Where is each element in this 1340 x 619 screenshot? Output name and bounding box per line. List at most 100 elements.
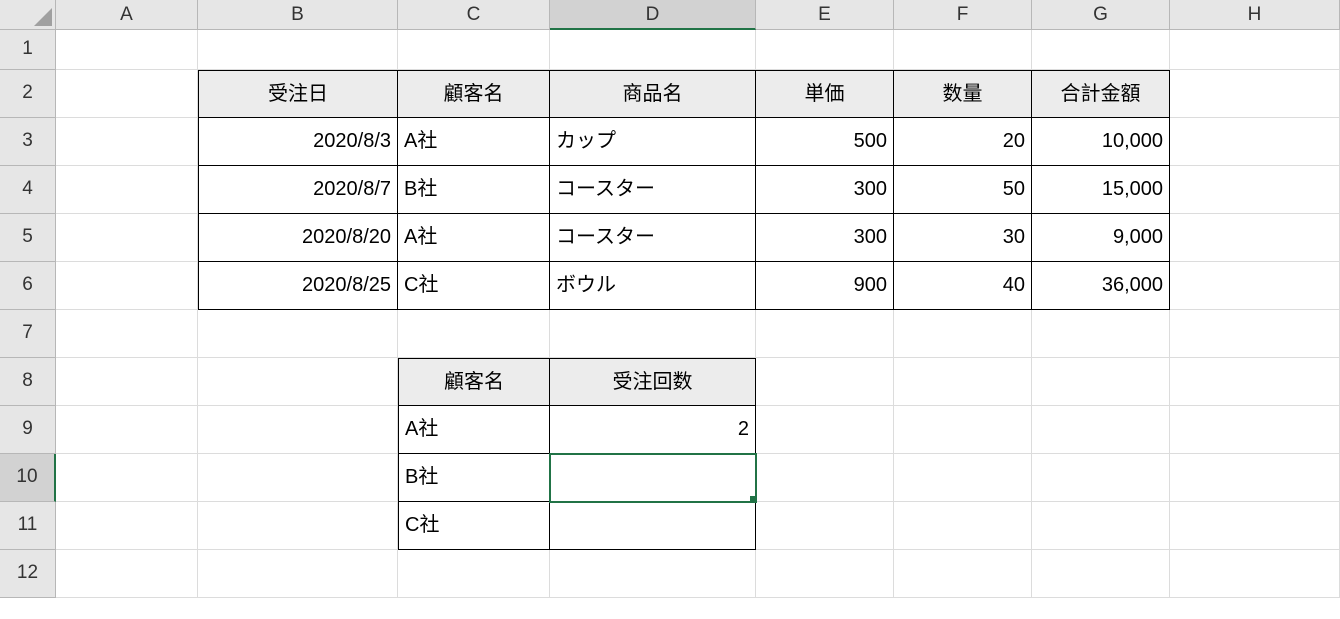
row-header-7[interactable]: 7 <box>0 310 56 358</box>
cell-A3[interactable] <box>56 118 198 166</box>
cell-C1[interactable] <box>398 30 550 70</box>
cell-E9[interactable] <box>756 406 894 454</box>
cell-H7[interactable] <box>1170 310 1340 358</box>
cell-F1[interactable] <box>894 30 1032 70</box>
col-header-B[interactable]: B <box>198 0 398 30</box>
cell-C7[interactable] <box>398 310 550 358</box>
cell-G7[interactable] <box>1032 310 1170 358</box>
cell-E10[interactable] <box>756 454 894 502</box>
select-all-corner[interactable] <box>0 0 56 30</box>
cell-H11[interactable] <box>1170 502 1340 550</box>
cell-B4[interactable]: 2020/8/7 <box>198 166 398 214</box>
row-header-4[interactable]: 4 <box>0 166 56 214</box>
cell-F11[interactable] <box>894 502 1032 550</box>
row-header-1[interactable]: 1 <box>0 30 56 70</box>
cell-B1[interactable] <box>198 30 398 70</box>
cell-H12[interactable] <box>1170 550 1340 598</box>
cell-C6[interactable]: C社 <box>398 262 550 310</box>
cell-E7[interactable] <box>756 310 894 358</box>
col-header-F[interactable]: F <box>894 0 1032 30</box>
cell-C12[interactable] <box>398 550 550 598</box>
cell-F10[interactable] <box>894 454 1032 502</box>
cell-F3[interactable]: 20 <box>894 118 1032 166</box>
row-header-5[interactable]: 5 <box>0 214 56 262</box>
cell-H3[interactable] <box>1170 118 1340 166</box>
cell-B10[interactable] <box>198 454 398 502</box>
cell-F12[interactable] <box>894 550 1032 598</box>
cell-A6[interactable] <box>56 262 198 310</box>
cell-A2[interactable] <box>56 70 198 118</box>
cell-B2[interactable]: 受注日 <box>198 70 398 118</box>
cell-F9[interactable] <box>894 406 1032 454</box>
cell-H10[interactable] <box>1170 454 1340 502</box>
col-header-C[interactable]: C <box>398 0 550 30</box>
cell-C9[interactable]: A社 <box>398 406 550 454</box>
row-header-9[interactable]: 9 <box>0 406 56 454</box>
cell-B8[interactable] <box>198 358 398 406</box>
row-header-8[interactable]: 8 <box>0 358 56 406</box>
cell-H1[interactable] <box>1170 30 1340 70</box>
cell-G6[interactable]: 36,000 <box>1032 262 1170 310</box>
cell-A8[interactable] <box>56 358 198 406</box>
cell-D3[interactable]: カップ <box>550 118 756 166</box>
cell-E5[interactable]: 300 <box>756 214 894 262</box>
cell-G1[interactable] <box>1032 30 1170 70</box>
cell-H2[interactable] <box>1170 70 1340 118</box>
cell-F4[interactable]: 50 <box>894 166 1032 214</box>
cell-H8[interactable] <box>1170 358 1340 406</box>
cell-F5[interactable]: 30 <box>894 214 1032 262</box>
cell-F8[interactable] <box>894 358 1032 406</box>
cell-B12[interactable] <box>198 550 398 598</box>
cell-G9[interactable] <box>1032 406 1170 454</box>
cell-G12[interactable] <box>1032 550 1170 598</box>
spreadsheet-grid[interactable]: A B C D E F G H 1 2 受注日 顧客名 商品名 単価 数量 合計… <box>0 0 1340 598</box>
col-header-G[interactable]: G <box>1032 0 1170 30</box>
row-header-6[interactable]: 6 <box>0 262 56 310</box>
cell-C3[interactable]: A社 <box>398 118 550 166</box>
cell-D2[interactable]: 商品名 <box>550 70 756 118</box>
row-header-2[interactable]: 2 <box>0 70 56 118</box>
cell-A9[interactable] <box>56 406 198 454</box>
cell-B5[interactable]: 2020/8/20 <box>198 214 398 262</box>
cell-D4[interactable]: コースター <box>550 166 756 214</box>
cell-D5[interactable]: コースター <box>550 214 756 262</box>
cell-D7[interactable] <box>550 310 756 358</box>
cell-A1[interactable] <box>56 30 198 70</box>
cell-A11[interactable] <box>56 502 198 550</box>
cell-H6[interactable] <box>1170 262 1340 310</box>
row-header-11[interactable]: 11 <box>0 502 56 550</box>
cell-G10[interactable] <box>1032 454 1170 502</box>
row-header-12[interactable]: 12 <box>0 550 56 598</box>
cell-B7[interactable] <box>198 310 398 358</box>
cell-H4[interactable] <box>1170 166 1340 214</box>
cell-D6[interactable]: ボウル <box>550 262 756 310</box>
cell-C2[interactable]: 顧客名 <box>398 70 550 118</box>
cell-H5[interactable] <box>1170 214 1340 262</box>
cell-C10[interactable]: B社 <box>398 454 550 502</box>
row-header-3[interactable]: 3 <box>0 118 56 166</box>
cell-G5[interactable]: 9,000 <box>1032 214 1170 262</box>
cell-H9[interactable] <box>1170 406 1340 454</box>
cell-E6[interactable]: 900 <box>756 262 894 310</box>
cell-E4[interactable]: 300 <box>756 166 894 214</box>
col-header-D[interactable]: D <box>550 0 756 30</box>
cell-G8[interactable] <box>1032 358 1170 406</box>
cell-B9[interactable] <box>198 406 398 454</box>
cell-G11[interactable] <box>1032 502 1170 550</box>
cell-A10[interactable] <box>56 454 198 502</box>
cell-F6[interactable]: 40 <box>894 262 1032 310</box>
cell-F2[interactable]: 数量 <box>894 70 1032 118</box>
cell-B6[interactable]: 2020/8/25 <box>198 262 398 310</box>
cell-A4[interactable] <box>56 166 198 214</box>
row-header-10[interactable]: 10 <box>0 454 56 502</box>
cell-B3[interactable]: 2020/8/3 <box>198 118 398 166</box>
cell-D12[interactable] <box>550 550 756 598</box>
cell-D11[interactable] <box>550 502 756 550</box>
cell-A7[interactable] <box>56 310 198 358</box>
cell-E1[interactable] <box>756 30 894 70</box>
cell-F7[interactable] <box>894 310 1032 358</box>
cell-D1[interactable] <box>550 30 756 70</box>
cell-E3[interactable]: 500 <box>756 118 894 166</box>
cell-E12[interactable] <box>756 550 894 598</box>
cell-C8[interactable]: 顧客名 <box>398 358 550 406</box>
